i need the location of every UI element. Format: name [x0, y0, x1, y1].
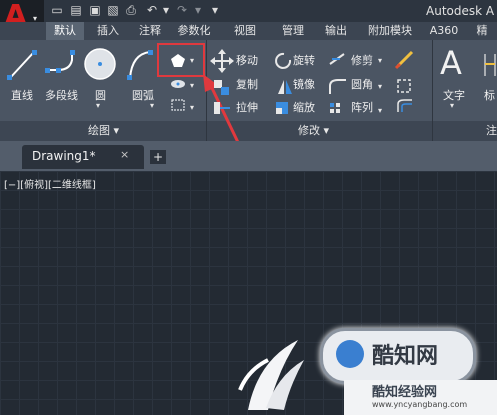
- rotate-button[interactable]: 旋转: [293, 54, 315, 68]
- trim-icon[interactable]: [329, 53, 345, 65]
- erase-icon[interactable]: [394, 50, 414, 70]
- offset-icon[interactable]: [397, 99, 412, 112]
- text-dropdown-icon[interactable]: ▾: [450, 101, 454, 110]
- tab-output[interactable]: 输出: [318, 22, 354, 40]
- tab-a360[interactable]: A360: [426, 22, 462, 40]
- tab-view[interactable]: 视图: [227, 22, 263, 40]
- draw-panel-title-text: 绘图: [88, 124, 110, 137]
- tab-annotate[interactable]: 注释: [132, 22, 168, 40]
- new-tab-button[interactable]: +: [150, 150, 166, 164]
- trim-dropdown-icon[interactable]: ▾: [378, 56, 382, 65]
- circle-icon[interactable]: [84, 48, 116, 80]
- redo-icon[interactable]: ↷: [175, 4, 189, 17]
- tab-manage[interactable]: 管理: [275, 22, 311, 40]
- tab-home[interactable]: 默认: [46, 22, 84, 40]
- undo-dropdown-icon[interactable]: ▾: [159, 4, 173, 17]
- app-title: Autodesk A: [426, 4, 495, 18]
- text-tool-icon[interactable]: A: [440, 44, 462, 82]
- tab-parametric[interactable]: 参数化: [170, 22, 218, 40]
- watermark-swirl-logo: [238, 340, 304, 410]
- explode-icon[interactable]: [397, 79, 411, 93]
- array-button[interactable]: 阵列: [351, 101, 373, 115]
- modify-panel-title[interactable]: 修改 ▾: [298, 121, 329, 141]
- watermark-text: 酷知网: [372, 344, 439, 369]
- hatch-icon[interactable]: ▾: [171, 99, 194, 112]
- tab-featured-partial[interactable]: 精: [470, 22, 494, 40]
- svg-text:▾: ▾: [190, 103, 194, 112]
- svg-text:▾: ▾: [190, 81, 194, 90]
- viewport-controls[interactable]: [−][俯视][二维线框]: [4, 176, 96, 191]
- ellipse-icon[interactable]: ▾: [171, 80, 194, 90]
- dimension-icon[interactable]: [483, 50, 497, 80]
- circle-button-label[interactable]: 圆: [95, 87, 106, 103]
- file-tab-label[interactable]: Drawing1*: [32, 149, 96, 163]
- polyline-icon[interactable]: [45, 50, 75, 73]
- rotate-icon[interactable]: [275, 52, 292, 69]
- watermark-url: www.yncyangbang.com: [372, 400, 468, 409]
- dimension-icon-graphic: [484, 54, 496, 76]
- mirror-icon[interactable]: [278, 80, 292, 94]
- plot-print-icon[interactable]: ⎙: [124, 4, 138, 17]
- move-button[interactable]: 移动: [236, 54, 258, 68]
- watermark-globe-icon: [336, 340, 364, 368]
- close-tab-icon[interactable]: ×: [120, 148, 129, 161]
- save-as-icon[interactable]: ▧: [106, 4, 120, 17]
- draw-panel-title[interactable]: 绘图 ▾: [88, 121, 119, 141]
- fillet-icon[interactable]: [329, 79, 346, 94]
- scale-button[interactable]: 缩放: [293, 101, 315, 115]
- polyline-button-label[interactable]: 多段线: [45, 87, 78, 103]
- move-icon[interactable]: [210, 49, 234, 73]
- copy-icon[interactable]: [214, 80, 229, 95]
- line-icon[interactable]: [7, 50, 37, 80]
- panel-separator: [432, 40, 433, 141]
- arc-icon[interactable]: [127, 50, 153, 80]
- arc-button-label[interactable]: 圆弧: [132, 87, 154, 103]
- annotation-panel-title[interactable]: 注: [486, 121, 497, 141]
- fillet-button[interactable]: 圆角: [351, 78, 373, 92]
- line-button-label[interactable]: 直线: [11, 87, 33, 103]
- mirror-button[interactable]: 镜像: [293, 78, 315, 92]
- tab-addins[interactable]: 附加模块: [362, 22, 418, 40]
- save-icon[interactable]: ▣: [88, 4, 102, 17]
- redo-dropdown-icon[interactable]: ▾: [191, 4, 205, 17]
- array-dropdown-icon[interactable]: ▾: [378, 106, 382, 115]
- copy-button[interactable]: 复制: [236, 78, 258, 92]
- fillet-dropdown-icon[interactable]: ▾: [378, 82, 382, 91]
- stretch-button[interactable]: 拉伸: [236, 101, 258, 115]
- stretch-icon[interactable]: [214, 102, 230, 114]
- array-icon[interactable]: [330, 103, 340, 113]
- watermark-subtext: 酷知经验网: [372, 385, 438, 400]
- panel-expand-icon[interactable]: ▾: [320, 124, 329, 137]
- quick-access-customize-icon[interactable]: ▾: [208, 4, 222, 17]
- modify-panel-title-text: 修改: [298, 124, 320, 137]
- scale-icon[interactable]: [276, 102, 288, 114]
- dimension-button-label[interactable]: 标: [484, 87, 495, 103]
- open-icon[interactable]: ▤: [69, 4, 83, 17]
- trim-button[interactable]: 修剪: [351, 54, 373, 68]
- tab-insert[interactable]: 插入: [90, 22, 126, 40]
- new-icon[interactable]: ▭: [50, 4, 64, 17]
- undo-icon[interactable]: ↶: [145, 4, 159, 17]
- panel-expand-icon[interactable]: ▾: [110, 124, 119, 137]
